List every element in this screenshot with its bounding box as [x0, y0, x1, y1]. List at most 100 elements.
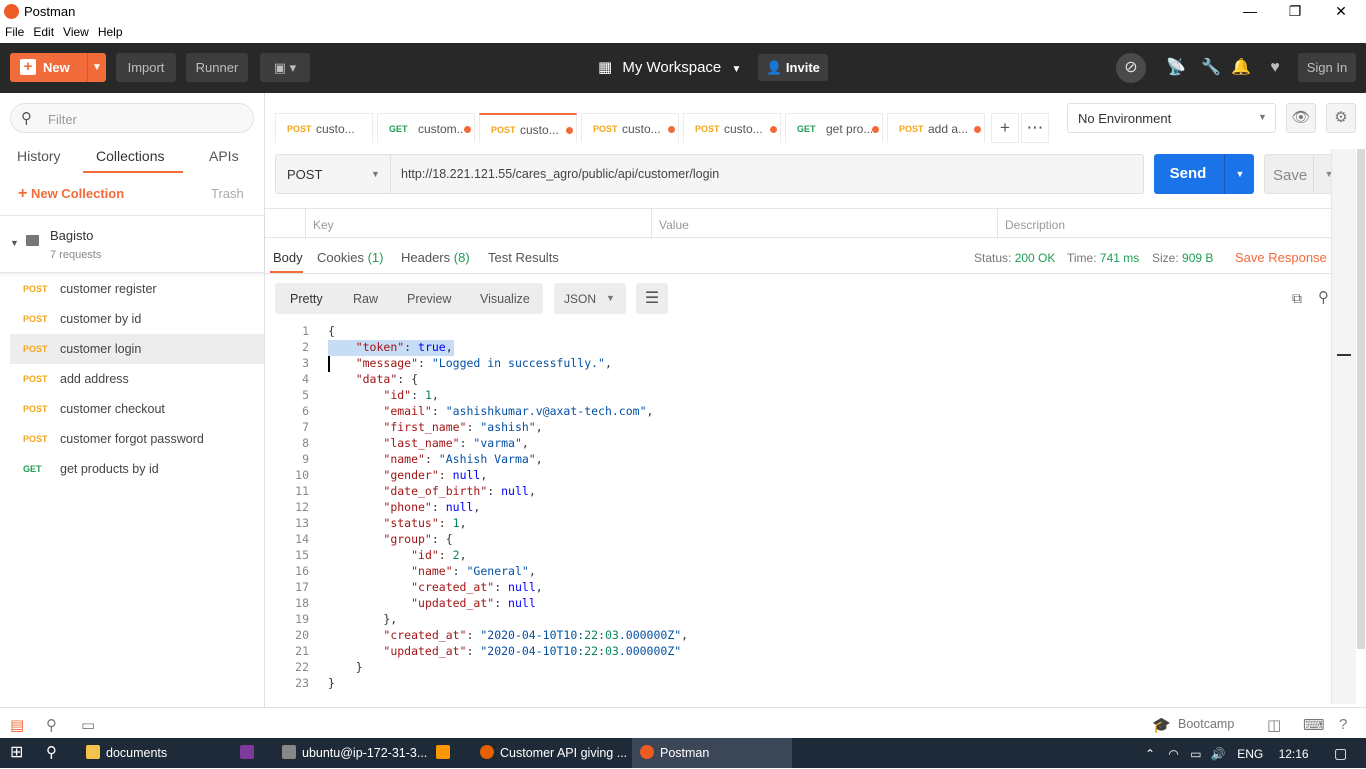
eye-icon[interactable]: 👁: [1286, 103, 1316, 133]
tab-cookies[interactable]: Cookies (1): [317, 250, 383, 265]
invite-button[interactable]: 👤 Invite: [758, 54, 828, 81]
format-select[interactable]: JSON ▼: [554, 283, 626, 314]
maximize-button[interactable]: ❐: [1272, 0, 1318, 23]
collection-bagisto[interactable]: ▼ Bagisto 7 requests: [0, 215, 264, 273]
list-item[interactable]: GET get products by id: [10, 454, 264, 484]
notification-icon[interactable]: ▢: [1334, 745, 1347, 761]
view-visualize[interactable]: Visualize: [480, 292, 530, 306]
list-item[interactable]: POST customer by id: [10, 304, 264, 334]
workspace-selector[interactable]: ▦ My Workspace ▼: [598, 53, 741, 82]
caret-down-icon[interactable]: ▼: [1226, 154, 1254, 194]
response-body-editor[interactable]: 1 {2 "token": true, 3 "message": "Logged i…: [265, 324, 1325, 704]
taskbar-item-postman[interactable]: Postman: [632, 738, 792, 768]
request-tab[interactable]: POST custo...: [275, 113, 373, 143]
help-icon[interactable]: ?: [1339, 716, 1347, 733]
request-tab-active[interactable]: POST custo...: [479, 113, 577, 143]
list-item[interactable]: POST customer forgot password: [10, 424, 264, 454]
request-tab[interactable]: GET custom...: [377, 113, 475, 143]
line-number: 22: [295, 660, 309, 674]
search-icon[interactable]: ⚲: [46, 738, 57, 768]
request-tab[interactable]: POST custo...: [581, 113, 679, 143]
copy-icon[interactable]: ⧉: [1292, 290, 1302, 307]
chevron-up-icon[interactable]: ⌃: [1145, 747, 1155, 761]
new-window-button[interactable]: ▣ ▾: [260, 53, 310, 82]
tab-body[interactable]: Body: [273, 250, 303, 265]
close-button[interactable]: ✕: [1318, 0, 1364, 23]
taskbar-item-firefox[interactable]: Customer API giving ...: [474, 738, 628, 768]
wifi-icon[interactable]: ◠: [1168, 747, 1178, 761]
two-pane-icon[interactable]: ◫: [1267, 716, 1281, 734]
bell-icon[interactable]: 🔔: [1230, 57, 1252, 79]
volume-icon[interactable]: 🔊: [1211, 747, 1226, 761]
tab-headers[interactable]: Headers (8): [401, 250, 470, 265]
new-button[interactable]: + New ▼: [10, 53, 106, 82]
view-pretty[interactable]: Pretty: [290, 292, 323, 306]
view-raw[interactable]: Raw: [353, 292, 378, 306]
tab-collections[interactable]: Collections: [96, 148, 164, 164]
minimize-button[interactable]: —: [1227, 0, 1273, 23]
method-select[interactable]: POST ▼: [276, 155, 391, 193]
wrap-lines-icon[interactable]: ☰: [636, 283, 668, 314]
tab-test-results[interactable]: Test Results: [488, 250, 559, 265]
battery-icon[interactable]: ▭: [1190, 747, 1201, 761]
plus-icon: +: [20, 59, 36, 75]
send-button[interactable]: Send ▼: [1154, 154, 1254, 194]
view-preview[interactable]: Preview: [407, 292, 451, 306]
keyboard-icon[interactable]: ⌨: [1303, 716, 1325, 734]
chevron-down-icon[interactable]: ▼: [92, 53, 102, 82]
menu-file[interactable]: File: [0, 23, 28, 39]
onenote-icon[interactable]: [240, 738, 270, 768]
satellite-icon[interactable]: 📡: [1165, 57, 1187, 79]
line-number: 12: [295, 500, 309, 514]
method-badge: POST: [23, 404, 48, 414]
list-item[interactable]: POST customer login: [10, 334, 264, 364]
sign-in-button[interactable]: Sign In: [1298, 53, 1356, 82]
caret-down-icon[interactable]: ▼: [10, 238, 19, 248]
status-bar: ▤ ⚲ ▭ 🎓 Bootcamp ◫ ⌨ ?: [0, 707, 1366, 738]
request-tab[interactable]: POST add a...: [887, 113, 985, 143]
bootcamp-button[interactable]: Bootcamp: [1178, 717, 1234, 731]
search-icon[interactable]: ⚲: [1318, 288, 1329, 306]
language-indicator[interactable]: ENG: [1237, 747, 1263, 761]
heart-icon[interactable]: ♥: [1264, 57, 1286, 79]
time-label: Time:: [1067, 251, 1097, 265]
sidebar-toggle-icon[interactable]: ▤: [10, 716, 24, 734]
taskbar-item-documents[interactable]: documents: [78, 738, 230, 768]
trash-button[interactable]: Trash: [211, 186, 244, 201]
wrench-icon[interactable]: 🔧: [1200, 57, 1222, 79]
taskbar-item-ubuntu[interactable]: ubuntu@ip-172-31-3...: [276, 738, 428, 768]
save-response-button[interactable]: Save Response ▼: [1235, 250, 1345, 265]
request-tab[interactable]: GET get pro...: [785, 113, 883, 143]
list-item[interactable]: POST customer register: [10, 274, 264, 304]
import-button[interactable]: Import: [116, 53, 176, 82]
filter-input[interactable]: ⚲ Filter: [10, 103, 254, 133]
more-options-icon[interactable]: ⋯: [1021, 113, 1049, 143]
method-badge: POST: [23, 374, 48, 384]
environment-select[interactable]: No Environment ▼: [1067, 103, 1276, 133]
menu-edit[interactable]: Edit: [28, 23, 58, 39]
sublime-icon: [436, 745, 450, 759]
scrollbar[interactable]: [1357, 149, 1365, 649]
line-number: 5: [302, 388, 309, 402]
list-item[interactable]: POST add address: [10, 364, 264, 394]
windows-start-icon[interactable]: ⊞: [10, 738, 23, 768]
add-tab-button[interactable]: +: [991, 113, 1019, 143]
gear-icon[interactable]: ⚙: [1326, 103, 1356, 133]
list-item[interactable]: POST customer checkout: [10, 394, 264, 424]
clock[interactable]: 12:16: [1279, 747, 1309, 761]
minimap[interactable]: [1331, 149, 1356, 704]
column-value: Value: [659, 218, 689, 232]
sublime-icon[interactable]: [436, 738, 466, 768]
sync-off-icon[interactable]: ⊘: [1116, 53, 1146, 83]
menu-view[interactable]: View: [58, 23, 93, 39]
tab-history[interactable]: History: [17, 148, 61, 164]
request-tab[interactable]: POST custo...: [683, 113, 781, 143]
url-input[interactable]: http://18.221.121.55/cares_agro/public/a…: [401, 167, 719, 181]
runner-button[interactable]: Runner: [186, 53, 248, 82]
tab-apis[interactable]: APIs: [209, 148, 239, 164]
console-icon[interactable]: ▭: [81, 716, 95, 734]
menu-help[interactable]: Help: [93, 23, 127, 39]
system-tray: ⌃ ◠ ▭ 🔊 ENG 12:16 ▢: [1145, 738, 1347, 768]
find-icon[interactable]: ⚲: [46, 716, 57, 734]
new-collection-button[interactable]: + New Collection: [18, 185, 124, 203]
